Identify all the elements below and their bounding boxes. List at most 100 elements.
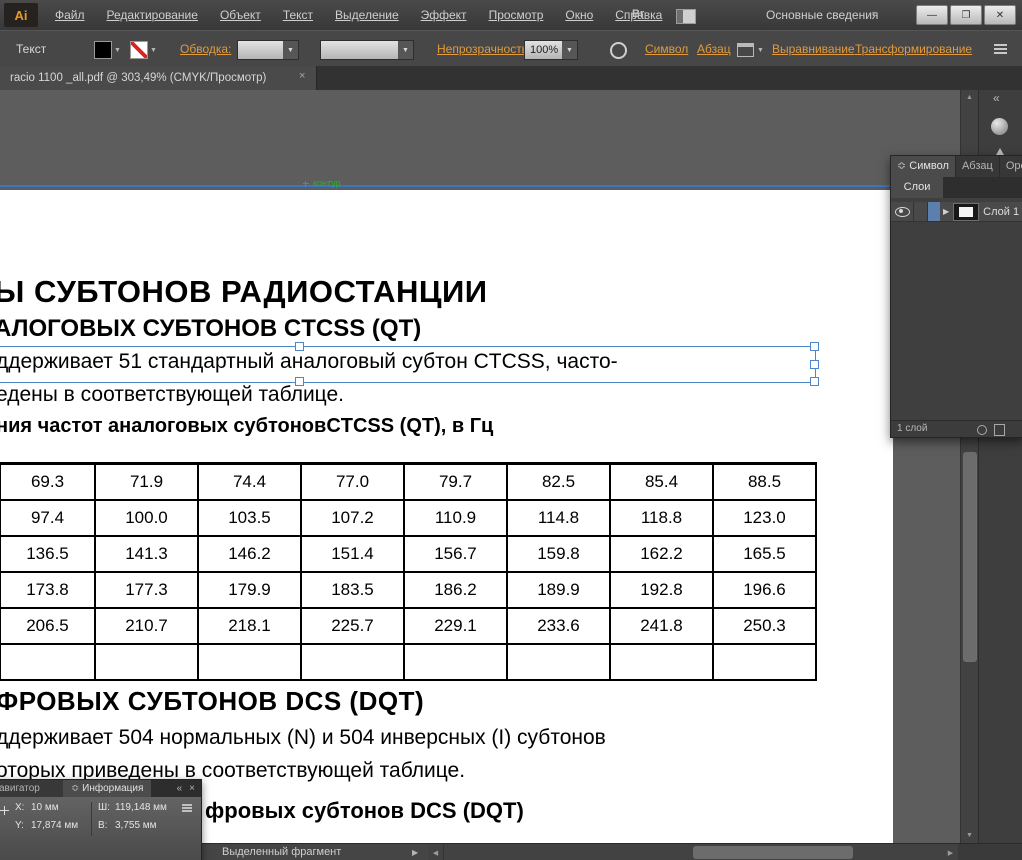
transform-panel-link[interactable]: Трансформирование [855, 31, 972, 67]
scroll-right-icon[interactable]: ▶ [943, 844, 958, 860]
menu-edit[interactable]: Редактирование [96, 8, 209, 22]
expand-panels-icon[interactable]: « [993, 91, 1000, 105]
opacity-arrow-icon[interactable]: ▼ [562, 41, 577, 59]
collapse-diamond-icon: ≎ [897, 160, 906, 172]
menu-bar: Ai Файл Редактирование Объект Текст Выде… [0, 0, 1022, 31]
document-tab[interactable]: racio 1100 _all.pdf @ 303,49% (CMYK/Прос… [0, 66, 317, 90]
tab-navigator[interactable]: авигатор [0, 780, 63, 797]
table-cell: 141.3 [96, 537, 199, 573]
scroll-up-icon[interactable]: ▲ [961, 90, 978, 105]
layer-content[interactable]: ▶ Слой 1 [940, 202, 1022, 222]
stroke-link[interactable]: Обводка: [180, 31, 231, 67]
restore-button[interactable]: ❐ [950, 5, 982, 25]
table-cell: 151.4 [302, 537, 405, 573]
panel-collapse-icon[interactable]: « [177, 780, 183, 797]
vertical-scrollbar-thumb[interactable] [963, 452, 977, 662]
table-cell: 97.4 [1, 501, 96, 537]
tab-opentype[interactable]: Ope [999, 156, 1022, 177]
scroll-down-icon[interactable]: ▼ [961, 828, 978, 843]
panel-mini-icon[interactable] [737, 43, 754, 57]
menu-effect[interactable]: Эффект [410, 8, 478, 22]
target-circle-icon[interactable] [610, 42, 627, 59]
stroke-color-swatch[interactable] [130, 41, 148, 59]
stroke-dropdown-icon[interactable]: ▼ [150, 47, 157, 54]
stroke-weight-dropdown[interactable]: ▼ [237, 40, 299, 60]
layer-visibility-cell[interactable] [891, 202, 914, 222]
layer-selection-strip [928, 202, 940, 222]
bridge-button[interactable]: Br [628, 6, 648, 22]
height-label: В: [98, 820, 107, 831]
doc-heading-3[interactable]: ния частот аналоговых субтоновCTCSS (QT)… [0, 415, 493, 438]
table-cell: 110.9 [405, 501, 508, 537]
selection-handle[interactable] [810, 360, 819, 369]
fill-color-swatch[interactable] [94, 41, 112, 59]
align-panel-link[interactable]: Выравнивание [772, 31, 855, 67]
layer-row[interactable]: ▶ Слой 1 [891, 202, 1022, 222]
table-cell: 100.0 [96, 501, 199, 537]
horizontal-scrollbar-thumb[interactable] [693, 846, 853, 859]
info-panel-menu-icon[interactable] [182, 804, 192, 806]
paragraph-panel-link[interactable]: Абзац [697, 31, 731, 67]
fill-dropdown-icon[interactable]: ▼ [114, 47, 121, 54]
layers-panel-footer: 1 слой [891, 420, 1022, 438]
table-cell: 88.5 [714, 465, 817, 501]
stroke-weight-value [238, 41, 283, 59]
doc-heading-5[interactable]: фровых субтонов DCS (DQT) [205, 798, 524, 824]
doc-heading-4[interactable]: ФРОВЫХ СУБТОНОВ DCS (DQT) [0, 686, 424, 717]
document-close-icon[interactable]: × [299, 70, 305, 82]
right-panel-group: ≎ Символ Абзац Ope Слои ▶ Слой 1 [890, 155, 1022, 438]
status-selection-label: Выделенный фрагмент [222, 844, 341, 860]
layer-name[interactable]: Слой 1 [983, 206, 1019, 218]
workspace-switcher[interactable]: Основные сведения [766, 0, 878, 30]
table-cell: 196.6 [714, 573, 817, 609]
table-cell: 159.8 [508, 537, 611, 573]
close-button[interactable]: ✕ [984, 5, 1016, 25]
status-menu-icon[interactable]: ▶ [412, 848, 418, 857]
minimize-button[interactable]: — [916, 5, 948, 25]
tab-info-label: Информация [82, 783, 143, 794]
doc-paragraph-2[interactable]: едены в соответствующей таблице. [0, 383, 344, 407]
selection-handle[interactable] [810, 342, 819, 351]
menu-select[interactable]: Выделение [324, 8, 410, 22]
horizontal-scrollbar[interactable] [443, 844, 945, 860]
table-cell: 136.5 [1, 537, 96, 573]
selection-handle[interactable] [295, 342, 304, 351]
width-profile-arrow-icon[interactable]: ▼ [398, 41, 413, 59]
layer-disclosure-icon[interactable]: ▶ [943, 207, 949, 216]
panel-mini-arrow-icon[interactable]: ▼ [757, 47, 764, 54]
tab-paragraph[interactable]: Абзац [955, 156, 999, 177]
width-profile-dropdown[interactable]: ▼ [320, 40, 414, 60]
ctcss-table[interactable]: 69.3 71.9 74.4 77.0 79.7 82.5 85.4 88.5 … [0, 462, 817, 681]
menu-window[interactable]: Окно [554, 8, 604, 22]
scroll-left-icon[interactable]: ◀ [428, 844, 443, 860]
context-label: Текст [16, 31, 46, 67]
arrange-documents-icon[interactable] [676, 9, 696, 24]
tab-layers[interactable]: Слои [891, 177, 943, 198]
opacity-dropdown[interactable]: 100% ▼ [524, 40, 578, 60]
tab-character[interactable]: ≎ Символ [891, 156, 955, 177]
doc-heading-1[interactable]: Ы СУБТОНОВ РАДИОСТАНЦИИ [0, 274, 488, 310]
table-cell: 179.9 [199, 573, 302, 609]
menu-file[interactable]: Файл [44, 8, 96, 22]
panel-close-icon[interactable]: × [189, 780, 195, 797]
selection-handle[interactable] [810, 377, 819, 386]
appearance-panel-icon[interactable] [991, 118, 1008, 135]
text-selection-box[interactable] [0, 346, 816, 383]
illustrator-window: Ai Файл Редактирование Объект Текст Выде… [0, 0, 1022, 860]
menu-object[interactable]: Объект [209, 8, 272, 22]
control-bar-menu-icon[interactable] [994, 44, 1007, 46]
character-panel-link[interactable]: Символ [645, 31, 688, 67]
doc-heading-2[interactable]: АЛОГОВЫХ СУБТОНОВ CTCSS (QT) [0, 315, 421, 343]
menu-type[interactable]: Текст [272, 8, 324, 22]
new-layer-icon[interactable] [994, 424, 1005, 436]
opacity-link[interactable]: Непрозрачность: [437, 31, 531, 67]
canvas[interactable]: контур Ы СУБТОНОВ РАДИОСТАНЦИИ АЛОГОВЫХ … [0, 90, 1022, 843]
selection-handle[interactable] [295, 377, 304, 386]
tab-info[interactable]: ≎ Информация [63, 780, 151, 797]
make-mask-icon[interactable] [977, 425, 987, 435]
stroke-weight-arrow-icon[interactable]: ▼ [283, 41, 298, 59]
menu-view[interactable]: Просмотр [478, 8, 555, 22]
layer-lock-cell[interactable] [914, 202, 928, 222]
workspace-dropdown-icon[interactable]: ▾ [872, 9, 876, 18]
doc-paragraph-3[interactable]: ддерживает 504 нормальных (N) и 504 инве… [0, 726, 606, 750]
